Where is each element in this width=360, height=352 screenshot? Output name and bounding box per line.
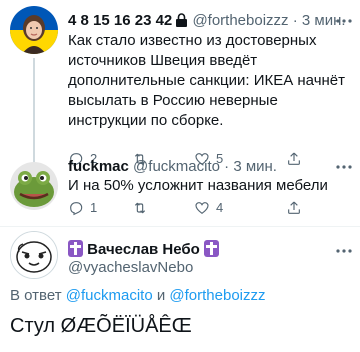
reply-count: 1 <box>90 200 98 215</box>
author-name[interactable]: fuckmac <box>68 158 129 175</box>
author-handle-line: @vyacheslavNebo <box>68 258 193 278</box>
tweet-header: 4 8 15 16 23 42 @fortheboizzz · 3 мин. <box>68 11 346 31</box>
author-handle[interactable]: @fuckmacito <box>133 158 220 175</box>
retweet-button[interactable] <box>132 199 154 217</box>
avatar[interactable] <box>10 162 58 210</box>
reply-user-link[interactable]: @fuckmacito <box>66 287 153 304</box>
tweet-header: fuckmac @fuckmacito · 3 мин. <box>68 157 277 177</box>
author-info[interactable]: Вачеслав Небо <box>68 240 220 260</box>
author-handle[interactable]: @vyacheslavNebo <box>68 259 193 276</box>
separator-dot: · <box>292 12 298 29</box>
author-name[interactable]: Вачеслав Небо <box>87 241 200 258</box>
tweet-actions: 1 4 <box>68 199 348 217</box>
reply-user-link[interactable]: @fortheboizzz <box>169 287 265 304</box>
author-name[interactable]: 4 8 15 16 23 42 <box>68 12 172 29</box>
orthodox-cross-icon <box>204 240 220 257</box>
more-icon[interactable] <box>335 12 353 30</box>
reply-button[interactable]: 1 <box>68 199 97 217</box>
separator-dot: · <box>224 158 230 175</box>
tweet-text: Стул ØÆÕËÏÜÅÊŒ <box>10 315 192 337</box>
share-icon <box>288 201 300 214</box>
more-icon[interactable] <box>335 158 353 176</box>
avatar[interactable] <box>10 231 58 279</box>
timestamp[interactable]: 3 мин. <box>233 158 277 175</box>
tweet-text: Как стало известно из достоверных источн… <box>68 32 346 129</box>
avatar[interactable] <box>10 6 58 54</box>
heart-icon <box>195 202 209 215</box>
share-button[interactable] <box>286 150 302 168</box>
reply-prefix: В ответ <box>10 287 62 304</box>
more-icon[interactable] <box>335 242 353 260</box>
divider <box>0 226 360 227</box>
orthodox-cross-icon <box>68 240 83 257</box>
retweet-icon <box>134 202 146 214</box>
tweet-text: И на 50% усложнит названия мебели <box>68 177 328 194</box>
lock-icon <box>176 13 188 27</box>
like-count: 4 <box>216 200 224 215</box>
share-icon <box>288 152 300 165</box>
reply-and: и <box>156 287 166 304</box>
reply-to-line: В ответ @fuckmacito и @fortheboizzz <box>10 286 266 306</box>
share-button[interactable] <box>286 199 302 217</box>
like-button[interactable]: 4 <box>194 199 223 217</box>
thread-line <box>33 58 35 156</box>
reply-icon <box>70 202 83 216</box>
author-handle[interactable]: @fortheboizzz <box>192 12 288 29</box>
